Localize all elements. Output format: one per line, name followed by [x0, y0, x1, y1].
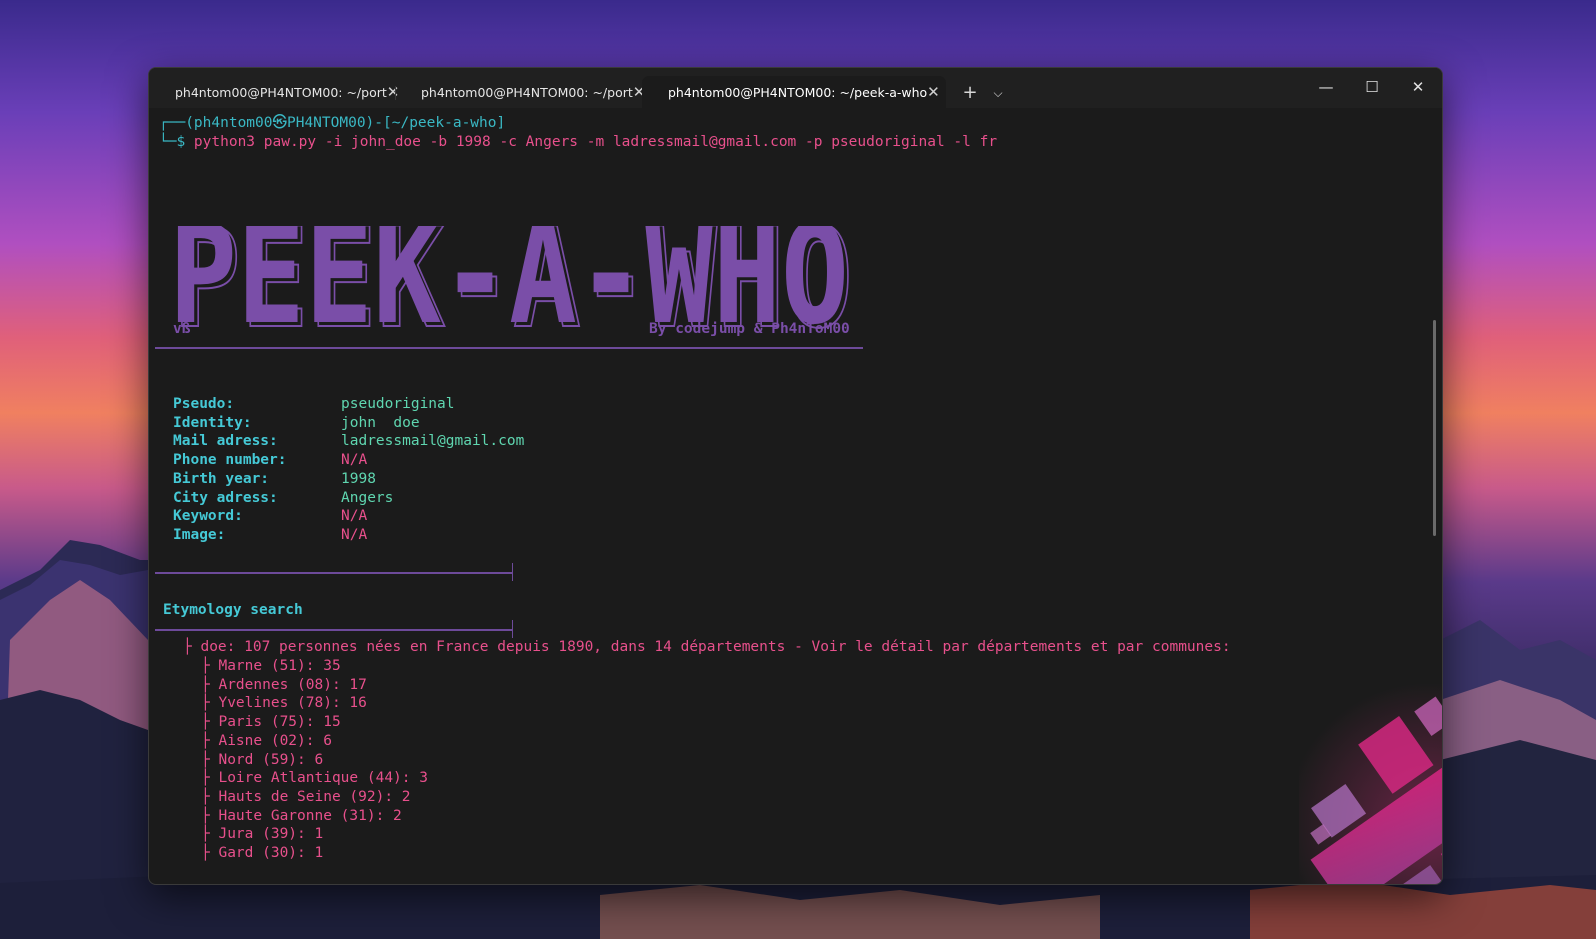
tab-label: ph4ntom00@PH4NTOM00: ~/port — [175, 84, 387, 100]
tab-dropdown-icon[interactable]: ⌵ — [987, 80, 1009, 106]
scrollbar[interactable] — [1433, 320, 1436, 536]
info-value: N/A — [341, 526, 368, 543]
info-value: ladressmail@gmail.com — [341, 433, 525, 450]
info-value: pseudoriginal — [341, 396, 455, 412]
info-label: Pseudo: — [173, 396, 235, 412]
section-divider — [155, 572, 513, 574]
etymology-item: ├ Yvelines (78): 16 — [201, 695, 367, 712]
etymology-heading: Etymology search — [163, 602, 303, 618]
close-window-button[interactable]: ✕ — [1395, 68, 1441, 106]
etymology-item: ├ Ardennes (08): 17 — [201, 676, 367, 693]
banner-version: vß — [173, 321, 191, 337]
info-label: Keyword: — [173, 508, 243, 525]
info-value: john doe — [341, 414, 420, 431]
tab-label: ph4ntom00@PH4NTOM00: ~/port — [421, 84, 633, 100]
info-value: N/A — [341, 452, 368, 469]
close-tab-icon[interactable]: ✕ — [927, 83, 940, 101]
terminal-output[interactable]: ┌──(ph4ntom00㉿PH4NTOM00)-[~/peek-a-who] … — [149, 108, 1442, 884]
banner-credits: By codejump & Ph4nToM00 — [649, 321, 850, 337]
etymology-item: ├ Hauts de Seine (92): 2 — [201, 788, 411, 805]
section-divider-tick — [512, 563, 513, 581]
terminal-logo-watermark — [1299, 683, 1442, 884]
minimize-button[interactable]: — — [1303, 68, 1349, 106]
etymology-item: ├ Gard (30): 1 — [201, 845, 324, 861]
tab-peek-a-who[interactable]: ph4ntom00@PH4NTOM00: ~/peek-a-who ✕ — [642, 76, 946, 108]
section-divider — [155, 629, 513, 631]
info-label: Phone number: — [173, 452, 287, 469]
maximize-button[interactable]: ☐ — [1349, 68, 1395, 106]
etymology-root: ├ doe: 107 personnes nées en France depu… — [183, 639, 1231, 655]
prompt-symbol: └─$ — [159, 134, 194, 150]
etymology-item: ├ Paris (75): 15 — [201, 714, 341, 731]
command-text: python3 paw.py -i john_doe -b 1998 -c An… — [193, 134, 998, 150]
tab-label: ph4ntom00@PH4NTOM00: ~/peek-a-who — [668, 84, 928, 100]
etymology-item: ├ Haute Garonne (31): 2 — [201, 807, 402, 824]
info-label: Image: — [173, 526, 226, 543]
etymology-item: ├ Loire Atlantique (44): 3 — [201, 770, 428, 787]
new-tab-button[interactable]: + — [957, 80, 983, 106]
tab-port-2[interactable]: ph4ntom00@PH4NTOM00: ~/port ✕ — [395, 76, 645, 108]
banner-divider — [155, 347, 863, 349]
tab-bar: ph4ntom00@PH4NTOM00: ~/port ✕ ph4ntom00@… — [149, 68, 1442, 108]
info-label: City adress: — [173, 489, 278, 506]
tab-port-1[interactable]: ph4ntom00@PH4NTOM00: ~/port ✕ — [149, 76, 399, 108]
prompt-path-line: ┌──(ph4ntom00㉿PH4NTOM00)-[~/peek-a-who] — [159, 115, 506, 131]
etymology-item: ├ Marne (51): 35 — [201, 658, 341, 674]
command-line: └─$ python3 paw.py -i john_doe -b 1998 -… — [159, 133, 997, 152]
info-label: Identity: — [173, 414, 252, 431]
info-label: Mail adress: — [173, 433, 278, 450]
section-divider-tick — [512, 620, 513, 638]
info-value: N/A — [341, 508, 368, 525]
etymology-item: ├ Jura (39): 1 — [201, 826, 324, 843]
info-value: 1998 — [341, 470, 376, 487]
info-label: Birth year: — [173, 470, 270, 487]
etymology-item: ├ Aisne (02): 6 — [201, 732, 332, 749]
terminal-window: ph4ntom00@PH4NTOM00: ~/port ✕ ph4ntom00@… — [148, 67, 1443, 885]
etymology-item: ├ Nord (59): 6 — [201, 751, 324, 768]
info-value: Angers — [341, 489, 394, 506]
